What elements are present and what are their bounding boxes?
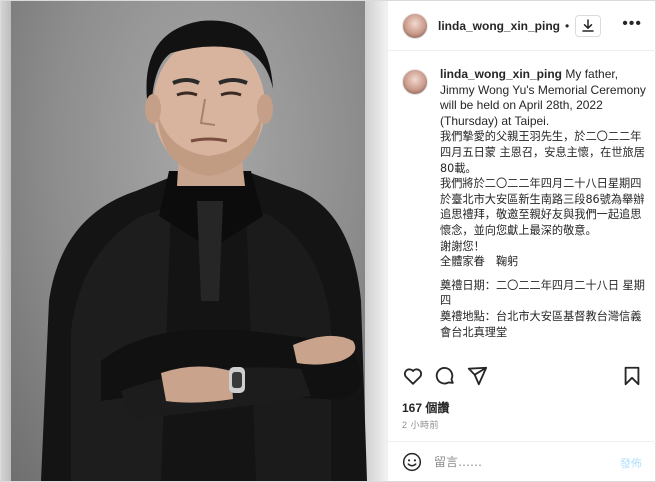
action-bar [402, 365, 642, 389]
download-button[interactable] [575, 14, 602, 37]
post-header: linda_wong_xin_ping • ••• [388, 1, 656, 51]
avatar[interactable] [402, 12, 428, 39]
username-link[interactable]: linda_wong_xin_ping [438, 19, 560, 33]
caption-paragraph-1: 我們摯愛的父親王羽先生，於二〇二二年四月五日蒙 主恩召，安息主懷，在世旅居80載… [440, 130, 645, 175]
post-side-panel: linda_wong_xin_ping • ••• linda_wong_xin… [387, 1, 656, 481]
comment-bar: 發佈 [388, 441, 656, 481]
caption-avatar[interactable] [402, 69, 428, 95]
post-photo[interactable] [1, 1, 387, 481]
instagram-post: linda_wong_xin_ping • ••• linda_wong_xin… [0, 0, 656, 482]
caption-spacer [440, 270, 648, 278]
caption-username[interactable]: linda_wong_xin_ping [440, 67, 562, 81]
likes-count[interactable]: 167 個讚 [402, 399, 449, 416]
caption-paragraph-6: 奠禮地點：台北市大安區基督教台灣信義會台北真理堂 [440, 309, 642, 339]
comment-icon[interactable] [434, 365, 456, 387]
caption-text: linda_wong_xin_ping My father, Jimmy Won… [440, 67, 648, 340]
download-icon [582, 18, 594, 32]
comment-input[interactable] [434, 454, 594, 469]
caption-paragraph-5: 奠禮日期：二〇二二年四月二十八日 星期四 [440, 278, 645, 308]
caption: linda_wong_xin_ping My father, Jimmy Won… [402, 67, 648, 340]
timestamp[interactable]: 2 小時前 [402, 418, 439, 431]
post-comment-button[interactable]: 發佈 [620, 455, 642, 471]
heart-icon[interactable] [402, 365, 424, 387]
caption-paragraph-3: 謝謝您！ [440, 239, 485, 253]
portrait-illustration [41, 20, 367, 481]
caption-paragraph-2: 我們將於二〇二二年四月二十八日星期四於臺北市大安區新生南路三段86號為舉辦追思禮… [440, 177, 645, 237]
emoji-icon[interactable] [402, 452, 422, 472]
more-options-icon[interactable]: ••• [622, 16, 642, 32]
separator-dot: • [565, 18, 570, 33]
bookmark-icon[interactable] [622, 365, 642, 387]
caption-paragraph-4: 全體家眷 鞠躬 [440, 255, 519, 269]
share-icon[interactable] [466, 365, 488, 387]
